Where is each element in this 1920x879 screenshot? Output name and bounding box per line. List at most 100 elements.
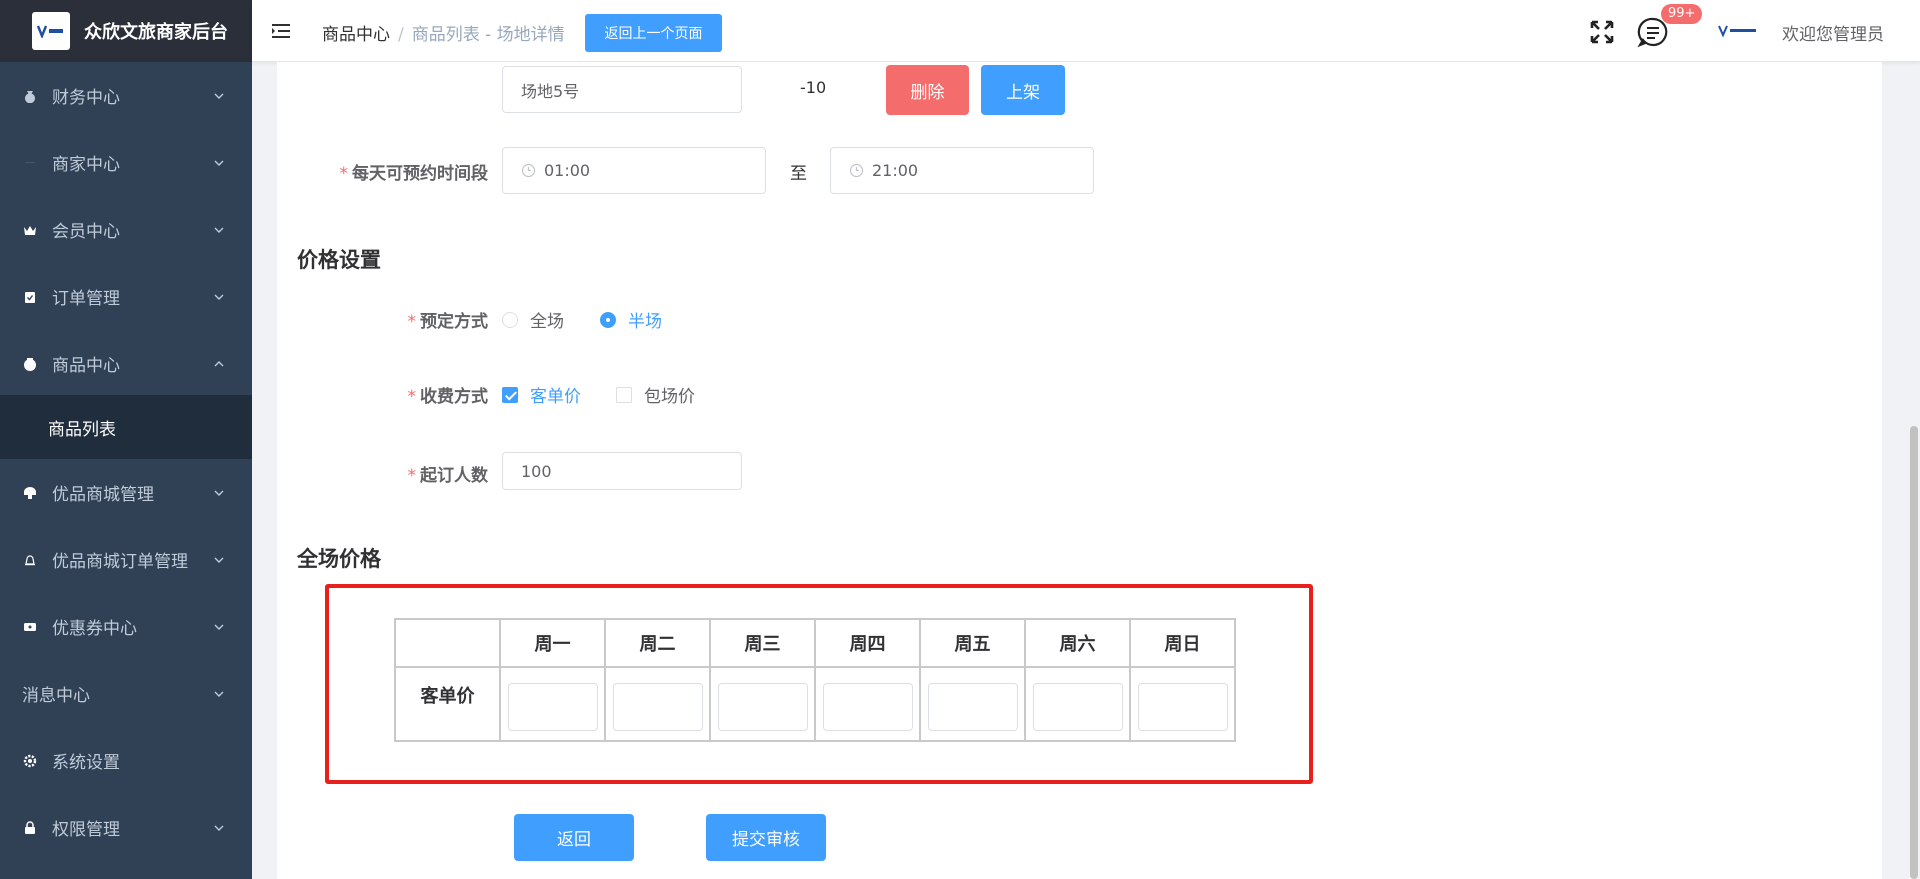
price-input[interactable] xyxy=(927,683,1018,731)
shop-icon xyxy=(22,155,38,171)
breadcrumb: 商品中心 / 商品列表 - 场地详情 xyxy=(322,20,565,45)
back-previous-button[interactable]: 返回上一个页面 xyxy=(585,14,722,52)
price-input[interactable] xyxy=(507,683,598,731)
booking-method-label: * 预定方式 xyxy=(390,307,489,332)
chevron-down-icon xyxy=(214,227,224,233)
radio-full-court[interactable]: 全场 xyxy=(502,307,564,332)
logo-bar: 众欣文旅商家后台 xyxy=(0,0,252,62)
sidebar-item-label: 消息中心 xyxy=(22,686,90,706)
sidebar-item-orders[interactable]: 订单管理 xyxy=(0,263,252,330)
table-cell xyxy=(1129,666,1236,742)
sidebar-item-permissions[interactable]: 权限管理 xyxy=(0,794,252,861)
table-cell xyxy=(814,666,921,742)
price-input[interactable] xyxy=(822,683,913,731)
time-range-label-text: 每天可预约时间段 xyxy=(352,164,488,184)
ticket-icon xyxy=(22,619,38,635)
sidebar-subitem-label: 商品列表 xyxy=(48,419,116,440)
venue-name-value: 场地5号 xyxy=(521,81,580,101)
clipboard-icon xyxy=(22,289,38,305)
radio-label: 半场 xyxy=(628,312,662,332)
sidebar-item-label: 优品商城管理 xyxy=(52,485,154,505)
table-header: 周日 xyxy=(1129,618,1236,668)
price-input[interactable] xyxy=(612,683,703,731)
sidebar-item-goods[interactable]: 商品中心 xyxy=(0,330,252,397)
table-header: 周五 xyxy=(919,618,1026,668)
required-asterisk: * xyxy=(407,466,417,486)
price-table: 周一 周二 周三 周四 周五 周六 周日 客单价 xyxy=(394,618,1236,742)
chevron-down-icon xyxy=(214,160,224,166)
sidebar-item-messages[interactable]: 消息中心 xyxy=(0,660,252,727)
logo-icon xyxy=(32,12,70,50)
sidebar-item-coupons[interactable]: 优惠券中心 xyxy=(0,593,252,660)
delete-button[interactable]: 删除 xyxy=(886,65,969,115)
price-input[interactable] xyxy=(1137,683,1228,731)
required-asterisk: * xyxy=(407,312,417,332)
sidebar-subitem-goods-list[interactable]: 商品列表 xyxy=(0,395,252,459)
checkbox-whole-venue[interactable]: 包场价 xyxy=(616,382,695,407)
chevron-down-icon xyxy=(214,490,224,496)
sidebar-item-label: 会员中心 xyxy=(52,222,120,242)
sidebar-item-label: 财务中心 xyxy=(52,88,120,108)
price-settings-title: 价格设置 xyxy=(297,248,381,272)
store-icon xyxy=(22,485,38,501)
sidebar-item-merchant[interactable]: 商家中心 xyxy=(0,129,252,196)
welcome-text[interactable]: 欢迎您管理员 xyxy=(1782,20,1884,45)
sidebar-item-settings[interactable]: 系统设置 xyxy=(0,727,252,794)
table-row: 客单价 xyxy=(394,666,1236,742)
table-cell xyxy=(709,666,816,742)
radio-half-court[interactable]: 半场 xyxy=(600,307,662,332)
time-start-value: 01:00 xyxy=(544,161,591,180)
table-cell xyxy=(604,666,711,742)
sidebar-item-label: 商品中心 xyxy=(52,356,120,376)
required-asterisk: * xyxy=(407,387,417,407)
top-navbar: 商品中心 / 商品列表 - 场地详情 返回上一个页面 99+ 欢迎您管理员 xyxy=(252,0,1920,62)
checkbox-per-person[interactable]: 客单价 xyxy=(502,382,581,407)
bell-icon xyxy=(22,552,38,568)
message-badge: 99+ xyxy=(1661,4,1703,24)
min-people-value: 100 xyxy=(521,461,552,481)
charge-method-label: * 收费方式 xyxy=(390,382,489,407)
min-people-input[interactable]: 100 xyxy=(502,452,742,490)
hamburger-icon[interactable] xyxy=(270,20,292,42)
shelf-button[interactable]: 上架 xyxy=(981,65,1065,115)
submit-review-button[interactable]: 提交审核 xyxy=(706,814,826,861)
app-title: 众欣文旅商家后台 xyxy=(84,22,228,43)
time-start-input[interactable]: 01:00 xyxy=(502,147,766,194)
clock-icon xyxy=(521,163,536,178)
goods-icon xyxy=(22,356,38,372)
min-people-label-text: 起订人数 xyxy=(420,466,488,486)
table-header-row: 周一 周二 周三 周四 周五 周六 周日 xyxy=(394,618,1236,668)
lock-icon xyxy=(22,820,38,836)
min-people-label: * 起订人数 xyxy=(390,461,489,486)
scrollbar[interactable] xyxy=(1910,426,1918,879)
chevron-down-icon xyxy=(214,294,224,300)
chevron-up-icon xyxy=(214,360,224,366)
sidebar-item-member[interactable]: 会员中心 xyxy=(0,196,252,263)
sidebar: 众欣文旅商家后台 财务中心 商家中心 会员中心 订单管理 商品中心 商品列表 优… xyxy=(0,0,252,879)
venue-name-input[interactable]: 场地5号 xyxy=(502,66,742,113)
breadcrumb-item[interactable]: 商品中心 xyxy=(322,25,390,45)
table-header: 周四 xyxy=(814,618,921,668)
gear-icon xyxy=(22,753,38,769)
back-button[interactable]: 返回 xyxy=(514,814,634,861)
table-corner xyxy=(394,618,501,668)
sidebar-item-mall[interactable]: 优品商城管理 xyxy=(0,459,252,526)
sidebar-item-label: 订单管理 xyxy=(52,289,120,309)
fullscreen-icon[interactable] xyxy=(1589,19,1615,45)
crown-icon xyxy=(22,222,38,238)
full-price-title: 全场价格 xyxy=(297,547,381,571)
sidebar-item-finance[interactable]: 财务中心 xyxy=(0,62,252,129)
price-input[interactable] xyxy=(1032,683,1123,731)
checkbox-label: 包场价 xyxy=(644,387,695,407)
booking-method-label-text: 预定方式 xyxy=(420,312,488,332)
sidebar-item-label: 权限管理 xyxy=(52,820,120,840)
chevron-down-icon xyxy=(214,691,224,697)
table-header: 周六 xyxy=(1024,618,1131,668)
price-input[interactable] xyxy=(717,683,808,731)
radio-label: 全场 xyxy=(530,312,564,332)
avatar[interactable] xyxy=(1718,22,1758,40)
sidebar-item-mall-orders[interactable]: 优品商城订单管理 xyxy=(0,526,252,593)
table-header: 周二 xyxy=(604,618,711,668)
checkbox-checked xyxy=(502,386,518,403)
time-end-input[interactable]: 21:00 xyxy=(830,147,1094,194)
